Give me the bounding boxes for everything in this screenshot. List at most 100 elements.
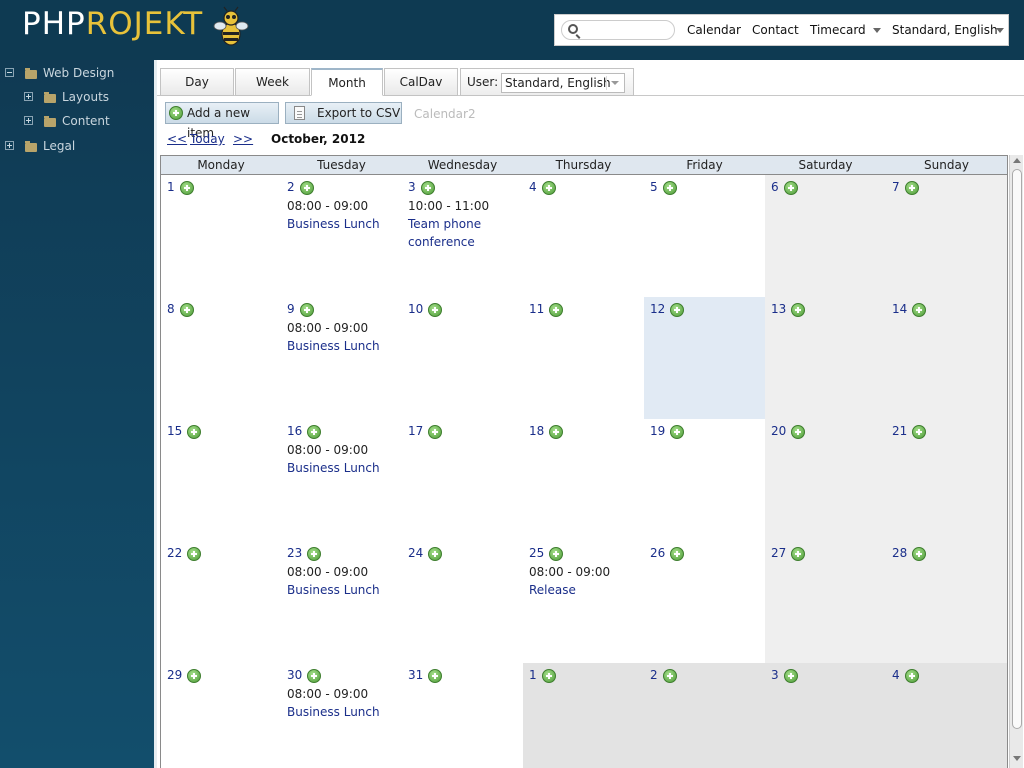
day-cell[interactable]: 28 [886, 541, 1008, 664]
day-cell[interactable]: 23 08:00 - 09:00 Business Lunch [281, 541, 403, 664]
day-cell[interactable]: 24 [402, 541, 524, 664]
day-number[interactable]: 15 [167, 424, 182, 438]
add-event-icon[interactable] [542, 669, 556, 683]
day-cell[interactable]: 18 [523, 419, 645, 542]
add-event-icon[interactable] [670, 547, 684, 561]
add-event-icon[interactable] [549, 547, 563, 561]
add-event-icon[interactable] [791, 425, 805, 439]
event-title[interactable]: Business Lunch [287, 581, 380, 599]
chevron-down-icon[interactable] [606, 76, 622, 90]
day-cell[interactable]: 8 [160, 297, 282, 420]
day-cell[interactable]: 4 [886, 663, 1008, 768]
add-event-icon[interactable] [307, 547, 321, 561]
event-title[interactable]: Business Lunch [287, 215, 380, 233]
day-cell[interactable]: 9 08:00 - 09:00 Business Lunch [281, 297, 403, 420]
nav-timecard[interactable]: Timecard [810, 23, 866, 37]
scroll-thumb[interactable] [1012, 169, 1022, 729]
prev-month-link[interactable]: << [167, 132, 187, 146]
day-cell[interactable]: 2 [644, 663, 766, 768]
add-event-icon[interactable] [905, 181, 919, 195]
day-cell[interactable]: 1 [160, 175, 282, 298]
day-number[interactable]: 12 [650, 302, 665, 316]
event-title[interactable]: Team phone conference [408, 217, 481, 249]
day-cell[interactable]: 13 [765, 297, 887, 420]
day-cell[interactable]: 12 [644, 297, 766, 420]
add-event-icon[interactable] [300, 181, 314, 195]
day-number[interactable]: 16 [287, 424, 302, 438]
day-number[interactable]: 31 [408, 668, 423, 682]
day-number[interactable]: 5 [650, 180, 658, 194]
add-event-icon[interactable] [670, 303, 684, 317]
day-cell[interactable]: 21 [886, 419, 1008, 542]
day-number[interactable]: 30 [287, 668, 302, 682]
event-title[interactable]: Business Lunch [287, 703, 380, 721]
add-event-icon[interactable] [663, 669, 677, 683]
splitter[interactable] [154, 60, 157, 768]
day-cell[interactable]: 26 [644, 541, 766, 664]
add-event-icon[interactable] [421, 181, 435, 195]
export-csv-button[interactable]: Export to CSV [285, 102, 402, 124]
event-title[interactable]: Release [529, 581, 576, 599]
calendar-event[interactable]: 10:00 - 11:00 Team phone conference [408, 197, 524, 251]
add-event-icon[interactable] [307, 425, 321, 439]
day-cell[interactable]: 11 [523, 297, 645, 420]
day-number[interactable]: 1 [167, 180, 175, 194]
add-event-icon[interactable] [912, 425, 926, 439]
add-event-icon[interactable] [549, 303, 563, 317]
scroll-down-icon[interactable] [1011, 753, 1023, 765]
tab-week[interactable]: Week [235, 68, 310, 96]
user-menu[interactable]: Standard, English [892, 23, 998, 37]
day-number[interactable]: 18 [529, 424, 544, 438]
add-event-icon[interactable] [549, 425, 563, 439]
user-menu-chevron-down-icon[interactable] [996, 28, 1004, 33]
day-number[interactable]: 8 [167, 302, 175, 316]
day-number[interactable]: 14 [892, 302, 907, 316]
day-cell[interactable]: 27 [765, 541, 887, 664]
add-new-item-button[interactable]: Add a new item [165, 102, 279, 140]
day-cell[interactable]: 17 [402, 419, 524, 542]
day-cell[interactable]: 10 [402, 297, 524, 420]
add-event-icon[interactable] [784, 669, 798, 683]
day-number[interactable]: 22 [167, 546, 182, 560]
app-logo[interactable]: PHPROJEKT [22, 6, 203, 42]
collapse-icon[interactable] [5, 68, 14, 77]
day-cell[interactable]: 14 [886, 297, 1008, 420]
add-event-icon[interactable] [307, 669, 321, 683]
tab-day[interactable]: Day [160, 68, 234, 96]
add-event-icon[interactable] [912, 303, 926, 317]
day-cell[interactable]: 7 [886, 175, 1008, 298]
day-cell[interactable]: 20 [765, 419, 887, 542]
day-cell[interactable]: 15 [160, 419, 282, 542]
today-link[interactable]: Today [190, 132, 225, 146]
add-event-icon[interactable] [784, 181, 798, 195]
user-select[interactable]: Standard, English [501, 73, 625, 93]
day-cell[interactable]: 29 [160, 663, 282, 768]
day-number[interactable]: 4 [529, 180, 537, 194]
day-cell[interactable]: 19 [644, 419, 766, 542]
add-event-icon[interactable] [791, 547, 805, 561]
day-number[interactable]: 28 [892, 546, 907, 560]
expand-icon[interactable] [24, 92, 33, 101]
day-number[interactable]: 25 [529, 546, 544, 560]
day-cell[interactable]: 6 [765, 175, 887, 298]
day-number[interactable]: 6 [771, 180, 779, 194]
add-event-icon[interactable] [542, 181, 556, 195]
day-number[interactable]: 27 [771, 546, 786, 560]
day-number[interactable]: 24 [408, 546, 423, 560]
day-number[interactable]: 2 [650, 668, 658, 682]
day-cell[interactable]: 4 [523, 175, 645, 298]
day-number[interactable]: 7 [892, 180, 900, 194]
chevron-down-icon[interactable] [873, 28, 881, 33]
day-number[interactable]: 20 [771, 424, 786, 438]
add-event-icon[interactable] [187, 547, 201, 561]
add-event-icon[interactable] [428, 425, 442, 439]
add-event-icon[interactable] [428, 303, 442, 317]
day-number[interactable]: 10 [408, 302, 423, 316]
tree-item-layouts[interactable]: Layouts [62, 90, 109, 104]
next-month-link[interactable]: >> [233, 132, 253, 146]
day-number[interactable]: 29 [167, 668, 182, 682]
expand-icon[interactable] [24, 116, 33, 125]
day-cell[interactable]: 25 08:00 - 09:00 Release [523, 541, 645, 664]
add-event-icon[interactable] [905, 669, 919, 683]
day-number[interactable]: 17 [408, 424, 423, 438]
